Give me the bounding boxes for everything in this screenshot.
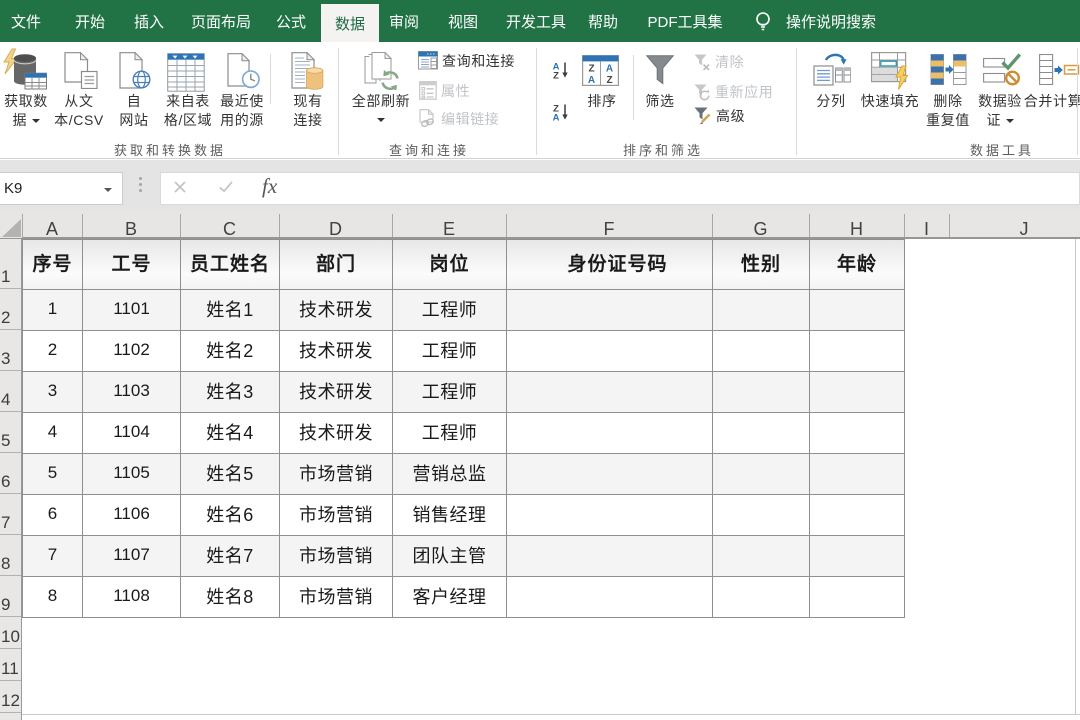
svg-text:A: A [553, 113, 560, 122]
svg-text:A: A [606, 64, 613, 75]
svg-text:A: A [588, 75, 595, 86]
svg-text:Z: Z [606, 75, 612, 86]
svg-text:Z: Z [553, 71, 559, 80]
svg-text:Z: Z [588, 64, 594, 75]
